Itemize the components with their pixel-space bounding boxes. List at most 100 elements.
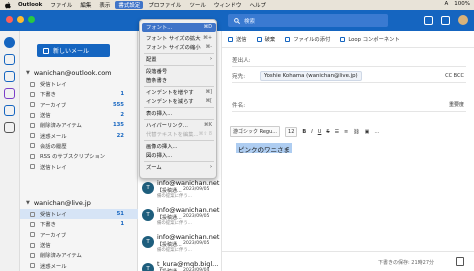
folder-item[interactable]: 送信トレイ xyxy=(20,161,138,171)
underline-icon[interactable]: U xyxy=(318,129,322,135)
attach-button[interactable]: ファイルの添付 xyxy=(285,35,330,43)
menu-item[interactable]: ハイパーリンク... ⌘K xyxy=(142,121,216,130)
notification-icon[interactable] xyxy=(424,15,433,25)
priority-button[interactable]: 重要度 xyxy=(449,101,464,108)
numbering-icon[interactable]: ≡ xyxy=(344,129,348,135)
menu-tools[interactable]: ツール xyxy=(189,1,206,9)
menu-window[interactable]: ウィンドウ xyxy=(214,1,242,9)
mail-app-icon[interactable] xyxy=(4,37,15,48)
folder-item[interactable]: 削除済みアイテム 135 xyxy=(20,120,138,130)
battery-indicator[interactable]: 100% xyxy=(454,1,470,7)
folder-item[interactable]: 下書き 1 xyxy=(20,219,138,229)
menu-help[interactable]: ヘルプ xyxy=(249,1,266,9)
cc-bcc-toggle[interactable]: CC BCC xyxy=(445,73,464,79)
menu-item[interactable]: 画像の挿入... xyxy=(142,142,216,151)
search-placeholder: 検索 xyxy=(244,18,256,25)
font-size-select[interactable]: 12 xyxy=(285,126,298,137)
mail-icon[interactable] xyxy=(4,54,15,65)
folder-label: アーカイブ xyxy=(40,102,67,109)
image-icon[interactable]: ▣ xyxy=(365,129,370,135)
input-source-indicator[interactable]: A xyxy=(445,1,449,7)
menu-view[interactable]: 表示 xyxy=(99,1,110,9)
menu-item[interactable]: 表の挿入... xyxy=(142,109,216,118)
folder-item[interactable]: 迷惑メール xyxy=(20,260,138,270)
menu-item[interactable]: フォント サイズの拡大 ⌘+ xyxy=(142,34,216,43)
folder-label: 下書き xyxy=(40,92,56,99)
format-menu: フォント... ⌘D フォント サイズの拡大 ⌘+ フォント サイズの縮小 ⌘- 配置 › 段落… xyxy=(139,19,217,179)
more-apps-icon[interactable] xyxy=(4,122,15,133)
menu-format[interactable]: 書式設定 xyxy=(115,1,144,9)
recipient-chip[interactable]: Yoshie Kohama (wanichan@live.jp) xyxy=(260,70,362,81)
list-item[interactable]: Tinfo@wanichan.net 【投稿通... 2023/09/05 備の提案に… xyxy=(138,203,221,227)
apple-icon[interactable] xyxy=(5,1,11,9)
menu-item[interactable]: 箇条書き xyxy=(142,76,216,85)
menu-item[interactable]: インデントを増やす ⌘] xyxy=(142,88,216,97)
folder-item[interactable]: 送信 2 xyxy=(20,110,138,120)
font-name-select[interactable]: 游ゴシック Regu... xyxy=(230,126,281,137)
link-icon[interactable]: ⛓ xyxy=(353,129,359,135)
menu-item[interactable]: フォント... ⌘D xyxy=(142,23,216,32)
settings-icon[interactable] xyxy=(441,15,450,25)
folder-item[interactable]: 削除済みアイテム xyxy=(20,250,138,260)
bold-icon[interactable]: B xyxy=(302,129,306,135)
tasks-icon[interactable] xyxy=(4,105,15,116)
minimize-window-button[interactable] xyxy=(17,16,24,23)
folder-item[interactable]: 受信トレイ xyxy=(20,79,138,89)
menu-shortcut: ⌘K xyxy=(204,122,212,128)
folder-icon xyxy=(30,143,35,149)
account-name: wanichan@live.jp xyxy=(33,199,91,207)
message-preview: 備の提案に伴う... xyxy=(157,194,192,199)
menu-item-label: 配置 xyxy=(146,57,157,64)
send-button[interactable]: 送信 xyxy=(228,35,247,43)
folder-item[interactable]: アーカイブ xyxy=(20,230,138,240)
menu-outlook[interactable]: Outlook xyxy=(18,2,42,8)
menu-item[interactable]: ズーム › xyxy=(142,163,216,172)
menu-profile[interactable]: プロファイル xyxy=(148,1,181,9)
account-header-live[interactable]: ▼ wanichan@live.jp xyxy=(26,199,91,207)
list-item[interactable]: Tinfo@wanichan.net 【投稿通... 2023/09/05 備の提案に… xyxy=(138,176,221,200)
folder-item[interactable]: 迷惑メール 22 xyxy=(20,130,138,140)
bullets-icon[interactable]: ☰ xyxy=(335,129,339,135)
menu-separator xyxy=(144,65,214,66)
folder-item[interactable]: 受信トレイ 51 xyxy=(20,209,138,220)
menu-item[interactable]: インデントを減らす ⌘[ xyxy=(142,97,216,106)
list-item[interactable]: Tinfo@wanichan.net 【投稿通... 2023/09/05 備の提案に… xyxy=(138,230,221,254)
menu-item[interactable]: 段落番号 xyxy=(142,67,216,76)
search-box[interactable]: 検索 xyxy=(228,14,388,27)
unread-count: 51 xyxy=(116,211,124,218)
menu-item[interactable]: フォント サイズの縮小 ⌘- xyxy=(142,43,216,52)
discard-label: 破棄 xyxy=(264,37,276,43)
folder-item[interactable]: RSS のサブスクリプション xyxy=(20,151,138,161)
message-body-selection[interactable]: ピンクのワニさま xyxy=(236,143,292,154)
draft-status: 下書きの保存: 21時27分 xyxy=(378,260,434,266)
new-mail-button[interactable]: 新しいメール xyxy=(37,44,110,57)
menu-file[interactable]: ファイル xyxy=(50,1,72,9)
to-row[interactable]: 宛先: Yoshie Kohama (wanichan@live.jp) CC … xyxy=(232,69,466,83)
menu-item[interactable]: 配置 › xyxy=(142,55,216,64)
strikethrough-icon[interactable]: S xyxy=(326,129,329,135)
delete-draft-icon[interactable] xyxy=(456,257,464,266)
status-menus: A 100% xyxy=(445,1,471,7)
calendar-icon[interactable] xyxy=(4,71,15,82)
avatar[interactable] xyxy=(458,15,468,25)
zoom-window-button[interactable] xyxy=(28,16,35,23)
message-preview: 備の提案に伴う... xyxy=(157,221,192,226)
more-format-icon[interactable]: … xyxy=(374,129,379,135)
discard-button[interactable]: 破棄 xyxy=(256,35,276,43)
folder-label: 削除済みアイテム xyxy=(40,123,82,130)
folder-item[interactable]: 下書き 1 xyxy=(20,89,138,99)
loop-button[interactable]: Loop コンポーネント xyxy=(340,35,400,43)
folder-item[interactable]: 送信 xyxy=(20,240,138,250)
people-icon[interactable] xyxy=(4,88,15,99)
menu-edit[interactable]: 編集 xyxy=(80,1,91,9)
subject-row[interactable]: 件名: 重要度 xyxy=(232,98,466,112)
menu-item[interactable]: 図の挿入... xyxy=(142,151,216,160)
unread-count: 1 xyxy=(120,91,124,98)
folder-item[interactable]: アーカイブ 555 xyxy=(20,100,138,110)
account-header-outlook[interactable]: ▼ wanichan@outlook.com xyxy=(26,69,112,77)
italic-icon[interactable]: I xyxy=(311,129,312,135)
search-icon xyxy=(234,17,240,24)
list-item[interactable]: Tt_kura@mqb.bigl...【投稿通...2023/09/04備の提案… xyxy=(138,257,221,271)
folder-item[interactable]: 会話の履歴 xyxy=(20,141,138,151)
close-window-button[interactable] xyxy=(6,16,13,23)
